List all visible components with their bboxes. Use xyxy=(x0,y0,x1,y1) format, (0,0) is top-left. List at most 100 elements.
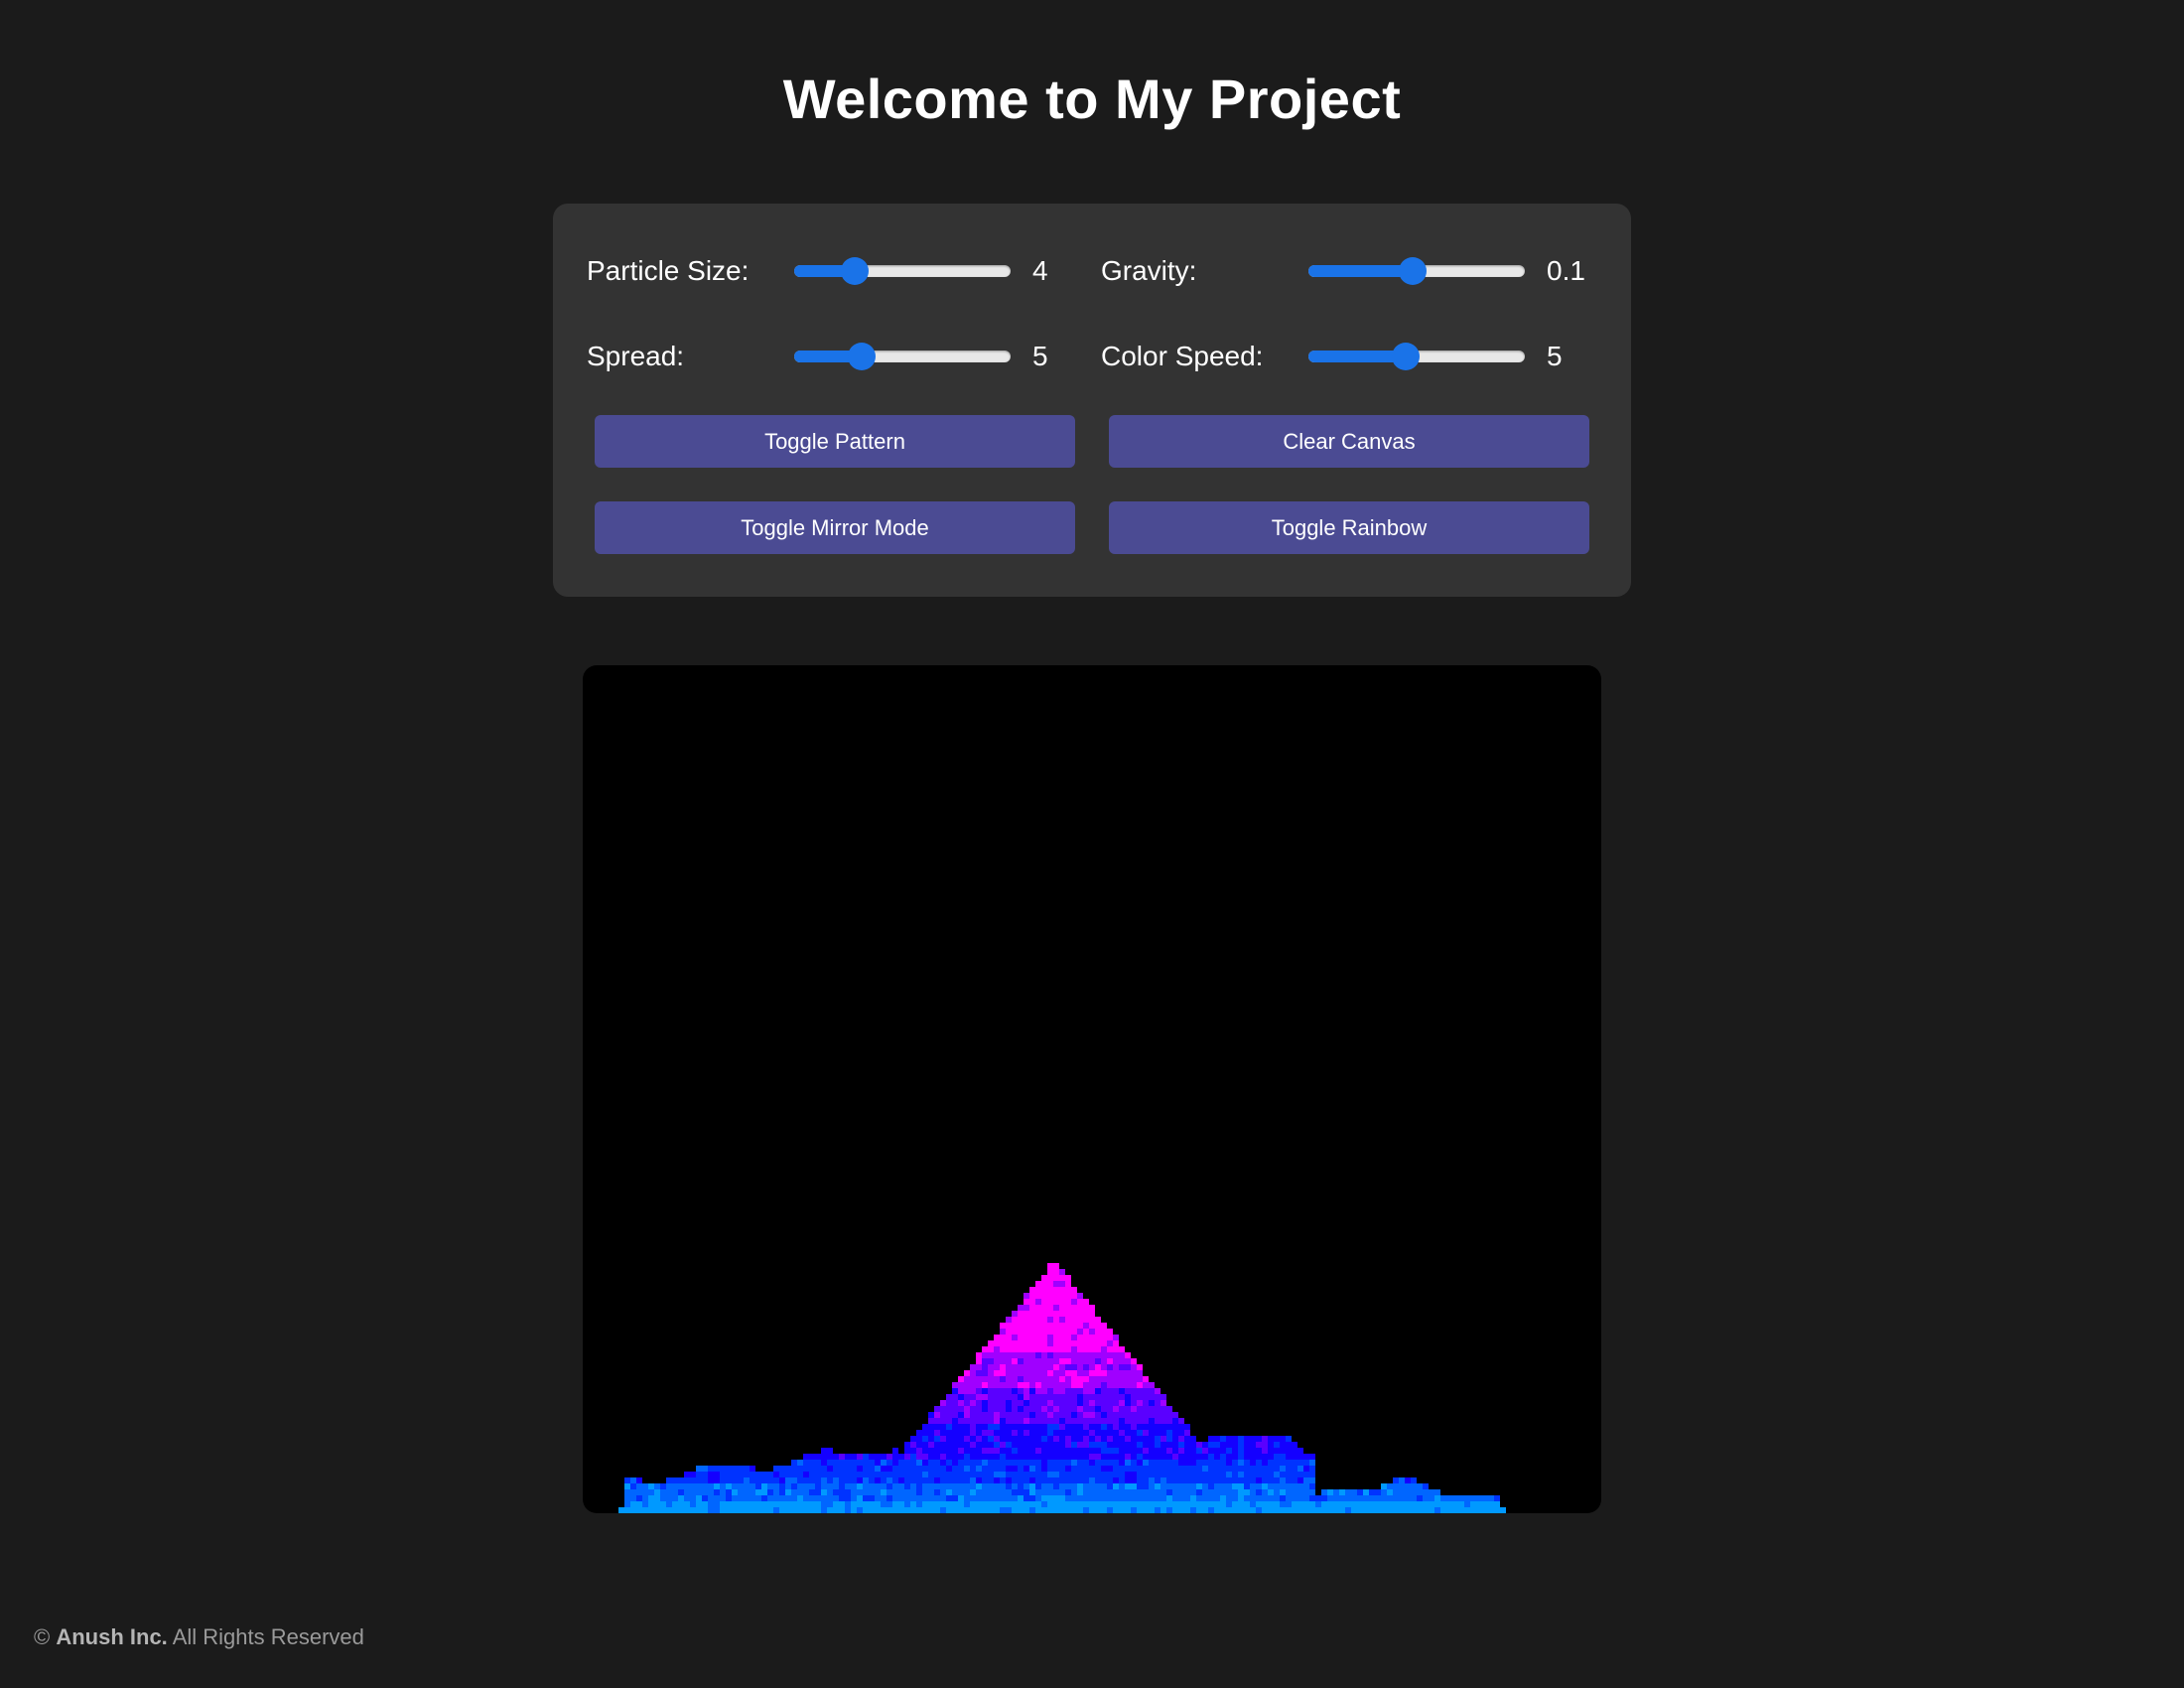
particle xyxy=(1190,1436,1196,1442)
color-speed-slider[interactable] xyxy=(1308,343,1525,370)
particle xyxy=(952,1442,958,1448)
particle xyxy=(1053,1382,1059,1388)
particle xyxy=(1035,1388,1041,1394)
gravity-slider-thumb[interactable] xyxy=(1399,257,1427,285)
particle xyxy=(1018,1376,1024,1382)
particle xyxy=(1107,1489,1113,1495)
copyright-symbol: © xyxy=(34,1624,51,1649)
particle xyxy=(1482,1495,1488,1501)
particle xyxy=(708,1477,714,1483)
particle xyxy=(982,1448,988,1454)
particle xyxy=(1024,1483,1029,1489)
particle xyxy=(1131,1483,1137,1489)
particle xyxy=(821,1489,827,1495)
particle xyxy=(964,1489,970,1495)
particle xyxy=(1029,1454,1035,1460)
particle xyxy=(642,1483,648,1489)
particle xyxy=(1077,1483,1083,1489)
particle xyxy=(666,1477,672,1483)
particle xyxy=(1006,1340,1012,1346)
particle xyxy=(1107,1382,1113,1388)
toggle-pattern-button[interactable]: Toggle Pattern xyxy=(595,415,1075,468)
particle xyxy=(892,1483,898,1489)
particle xyxy=(940,1483,946,1489)
particle xyxy=(1047,1442,1053,1448)
particle xyxy=(892,1448,898,1454)
particle xyxy=(785,1489,791,1495)
particle xyxy=(1166,1448,1172,1454)
particle xyxy=(1363,1489,1369,1495)
particle xyxy=(827,1507,833,1513)
particle xyxy=(1006,1418,1012,1424)
particle xyxy=(1131,1489,1137,1495)
particle xyxy=(892,1495,898,1501)
particle xyxy=(976,1370,982,1376)
particle xyxy=(1053,1442,1059,1448)
particle xyxy=(678,1489,684,1495)
toggle-mirror-mode-button[interactable]: Toggle Mirror Mode xyxy=(595,501,1075,554)
particle xyxy=(1160,1400,1166,1406)
particle xyxy=(672,1483,678,1489)
particle xyxy=(702,1495,708,1501)
particle xyxy=(773,1501,779,1507)
particle xyxy=(696,1501,702,1507)
particle xyxy=(1292,1466,1297,1472)
particle xyxy=(940,1418,946,1424)
clear-canvas-button[interactable]: Clear Canvas xyxy=(1109,415,1589,468)
particle xyxy=(1214,1489,1220,1495)
spread-slider-thumb[interactable] xyxy=(848,343,876,370)
particle-size-slider-thumb[interactable] xyxy=(841,257,869,285)
particle xyxy=(1119,1472,1125,1477)
particle xyxy=(1095,1358,1101,1364)
particle xyxy=(1113,1460,1119,1466)
particle xyxy=(1041,1370,1047,1376)
particle-size-slider[interactable] xyxy=(794,257,1011,285)
particle xyxy=(1024,1436,1029,1442)
particle xyxy=(839,1483,845,1489)
particle xyxy=(982,1501,988,1507)
particle xyxy=(1417,1495,1423,1501)
particle xyxy=(1143,1460,1149,1466)
particle xyxy=(1113,1394,1119,1400)
particle xyxy=(1107,1358,1113,1364)
spread-slider[interactable] xyxy=(794,343,1011,370)
color-speed-slider-thumb[interactable] xyxy=(1392,343,1420,370)
particle xyxy=(1053,1299,1059,1305)
particle xyxy=(1143,1388,1149,1394)
particle xyxy=(767,1507,773,1513)
particle xyxy=(702,1466,708,1472)
particle xyxy=(1101,1412,1107,1418)
particle-canvas[interactable] xyxy=(583,665,1601,1513)
particle xyxy=(1083,1483,1089,1489)
particle xyxy=(1029,1472,1035,1477)
particle xyxy=(1018,1424,1024,1430)
particle xyxy=(982,1400,988,1406)
particle xyxy=(1297,1507,1303,1513)
particle xyxy=(1429,1501,1434,1507)
particle xyxy=(1095,1394,1101,1400)
particle xyxy=(952,1400,958,1406)
toggle-rainbow-button[interactable]: Toggle Rainbow xyxy=(1109,501,1589,554)
particle xyxy=(1131,1454,1137,1460)
particle xyxy=(1113,1442,1119,1448)
particle xyxy=(833,1495,839,1501)
particle xyxy=(1077,1382,1083,1388)
particle xyxy=(797,1472,803,1477)
particle xyxy=(1178,1477,1184,1483)
particle xyxy=(1232,1454,1238,1460)
particle xyxy=(1077,1370,1083,1376)
particle xyxy=(1047,1263,1053,1269)
particle xyxy=(1059,1495,1065,1501)
particle xyxy=(1000,1394,1006,1400)
particle xyxy=(1047,1269,1053,1275)
particle xyxy=(1006,1358,1012,1364)
particle xyxy=(898,1495,904,1501)
particle xyxy=(1452,1507,1458,1513)
particle xyxy=(1024,1305,1029,1311)
particle xyxy=(1256,1454,1262,1460)
particle xyxy=(940,1495,946,1501)
gravity-slider[interactable] xyxy=(1308,257,1525,285)
particle xyxy=(928,1507,934,1513)
particle xyxy=(1101,1472,1107,1477)
particle xyxy=(1065,1466,1071,1472)
